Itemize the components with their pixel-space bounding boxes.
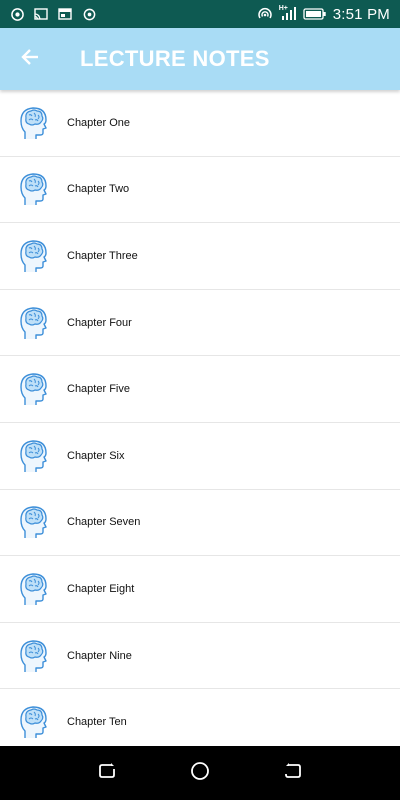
brain-head-icon: [18, 305, 50, 341]
chapter-label: Chapter Seven: [67, 516, 141, 529]
cast-icon: [34, 7, 48, 21]
chapter-list-item[interactable]: Chapter Six: [0, 423, 400, 490]
brain-head-icon: [18, 704, 50, 740]
brain-head-icon: [18, 105, 50, 141]
brain-head-icon: [18, 438, 50, 474]
record-icon: [82, 7, 96, 21]
chapter-label: Chapter Eight: [67, 582, 135, 595]
chrome-icon: [10, 7, 24, 21]
chapter-label: Chapter Two: [67, 183, 130, 196]
brain-head-icon: [18, 371, 50, 407]
brain-head-icon: [18, 638, 50, 674]
chapter-list-item[interactable]: Chapter Two: [0, 157, 400, 224]
page-title: LECTURE NOTES: [80, 46, 270, 71]
chapter-list-item[interactable]: Chapter Eight: [0, 556, 400, 623]
back-nav-button[interactable]: [273, 753, 313, 793]
chapter-label: Chapter One: [67, 116, 130, 129]
chapter-list-item[interactable]: Chapter Seven: [0, 490, 400, 557]
chapter-label: Chapter Nine: [67, 649, 132, 662]
home-button[interactable]: [180, 753, 220, 793]
chapter-list-item[interactable]: Chapter Three: [0, 223, 400, 290]
network-type-label: H+: [278, 5, 288, 12]
back-button[interactable]: [0, 28, 60, 90]
back-nav-icon: [284, 762, 302, 785]
chapter-list-item[interactable]: Chapter Four: [0, 290, 400, 357]
chapter-label: Chapter Six: [67, 449, 125, 462]
chapter-list-item[interactable]: Chapter Nine: [0, 623, 400, 690]
chapter-list-item[interactable]: Chapter Ten: [0, 689, 400, 746]
status-bar: H+ 3:51 PM: [0, 0, 400, 28]
chapter-list: Chapter One Chapter Two Chapter Three Ch…: [0, 90, 400, 746]
system-nav-bar: [0, 746, 400, 800]
brain-head-icon: [18, 571, 50, 607]
recents-button[interactable]: [87, 753, 127, 793]
app-bar: LECTURE NOTES: [0, 28, 400, 90]
battery-icon: [303, 7, 327, 21]
recents-icon: [98, 762, 116, 785]
chapter-list-item[interactable]: Chapter One: [0, 90, 400, 157]
chapter-label: Chapter Three: [67, 249, 138, 262]
chapter-label: Chapter Four: [67, 316, 132, 329]
chapter-label: Chapter Ten: [67, 716, 127, 729]
chapter-list-item[interactable]: Chapter Five: [0, 356, 400, 423]
signal-icon: H+: [278, 5, 297, 21]
home-icon: [190, 761, 210, 786]
chapter-label: Chapter Five: [67, 383, 130, 396]
brain-head-icon: [18, 171, 50, 207]
status-left-icons: [10, 7, 96, 21]
brain-head-icon: [18, 238, 50, 274]
arrow-left-icon: [20, 47, 40, 72]
brain-head-icon: [18, 504, 50, 540]
news-icon: [58, 7, 72, 21]
hotspot-icon: [257, 7, 273, 21]
status-right-icons: H+ 3:51 PM: [257, 5, 390, 23]
status-time: 3:51 PM: [332, 5, 390, 23]
